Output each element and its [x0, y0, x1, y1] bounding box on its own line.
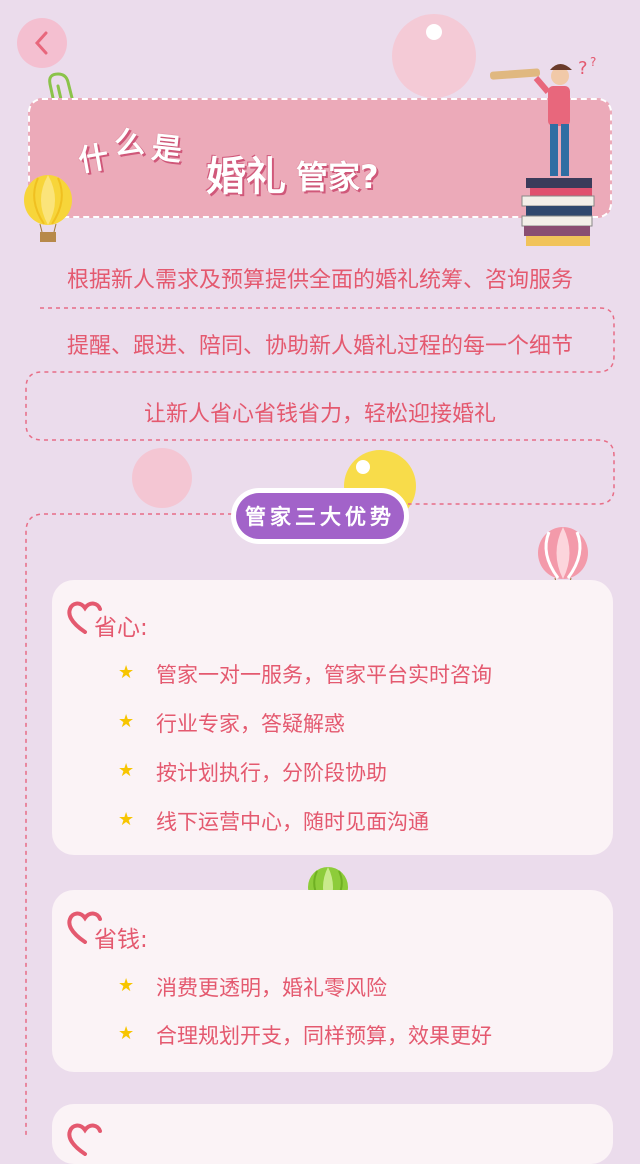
- person-telescope-illustration: ? ?: [489, 55, 596, 246]
- advantage-card-save-money: 省钱: ★ 消费更透明，婚礼零风险 ★ 合理规划开支，同样预算，效果更好: [52, 890, 613, 1072]
- list-item: 按计划执行，分阶段协助: [156, 761, 387, 785]
- list-item: 行业专家，答疑解惑: [156, 712, 345, 736]
- advantages-badge-label: 管家三大优势: [236, 493, 404, 539]
- star-icon: ★: [118, 711, 135, 732]
- title-char: 婚礼: [206, 154, 286, 200]
- intro-line: 提醒、跟进、陪同、协助新人婚礼过程的每一个细节: [66, 334, 573, 359]
- list-item: 线下运营中心，随时见面沟通: [156, 810, 429, 834]
- heart-icon: [67, 1123, 102, 1156]
- intro-line: 根据新人需求及预算提供全面的婚礼统筹、咨询服务: [66, 268, 573, 293]
- svg-text:?: ?: [590, 55, 596, 69]
- svg-text:?: ?: [578, 58, 588, 79]
- title-char: 什: [75, 139, 112, 180]
- title-char: 是: [149, 130, 184, 169]
- card-title: 省钱:: [94, 927, 148, 953]
- back-button[interactable]: [17, 18, 67, 68]
- intro-line: 让新人省心省钱省力，轻松迎接婚礼: [143, 402, 496, 427]
- title-char: 么: [113, 124, 146, 162]
- advantage-card-partial: [52, 1104, 613, 1164]
- star-icon: ★: [118, 975, 135, 996]
- chevron-left-icon: [34, 31, 48, 55]
- list-item: 消费更透明，婚礼零风险: [156, 976, 387, 1000]
- star-icon: ★: [118, 662, 135, 683]
- star-icon: ★: [118, 809, 135, 830]
- list-item: 管家一对一服务，管家平台实时咨询: [156, 663, 492, 687]
- advantages-badge: 管家三大优势: [231, 488, 409, 544]
- balloon-icon: [24, 175, 72, 242]
- page-title: 什 么 是 婚礼 管家?: [70, 110, 470, 210]
- star-icon: ★: [118, 1023, 135, 1044]
- advantage-card-save-worry: 省心: ★ 管家一对一服务，管家平台实时咨询 ★ 行业专家，答疑解惑 ★ 按计划…: [52, 580, 613, 855]
- list-item: 合理规划开支，同样预算，效果更好: [156, 1024, 492, 1048]
- title-char: 管家?: [296, 158, 379, 196]
- card-title: 省心:: [94, 615, 148, 641]
- star-icon: ★: [118, 760, 135, 781]
